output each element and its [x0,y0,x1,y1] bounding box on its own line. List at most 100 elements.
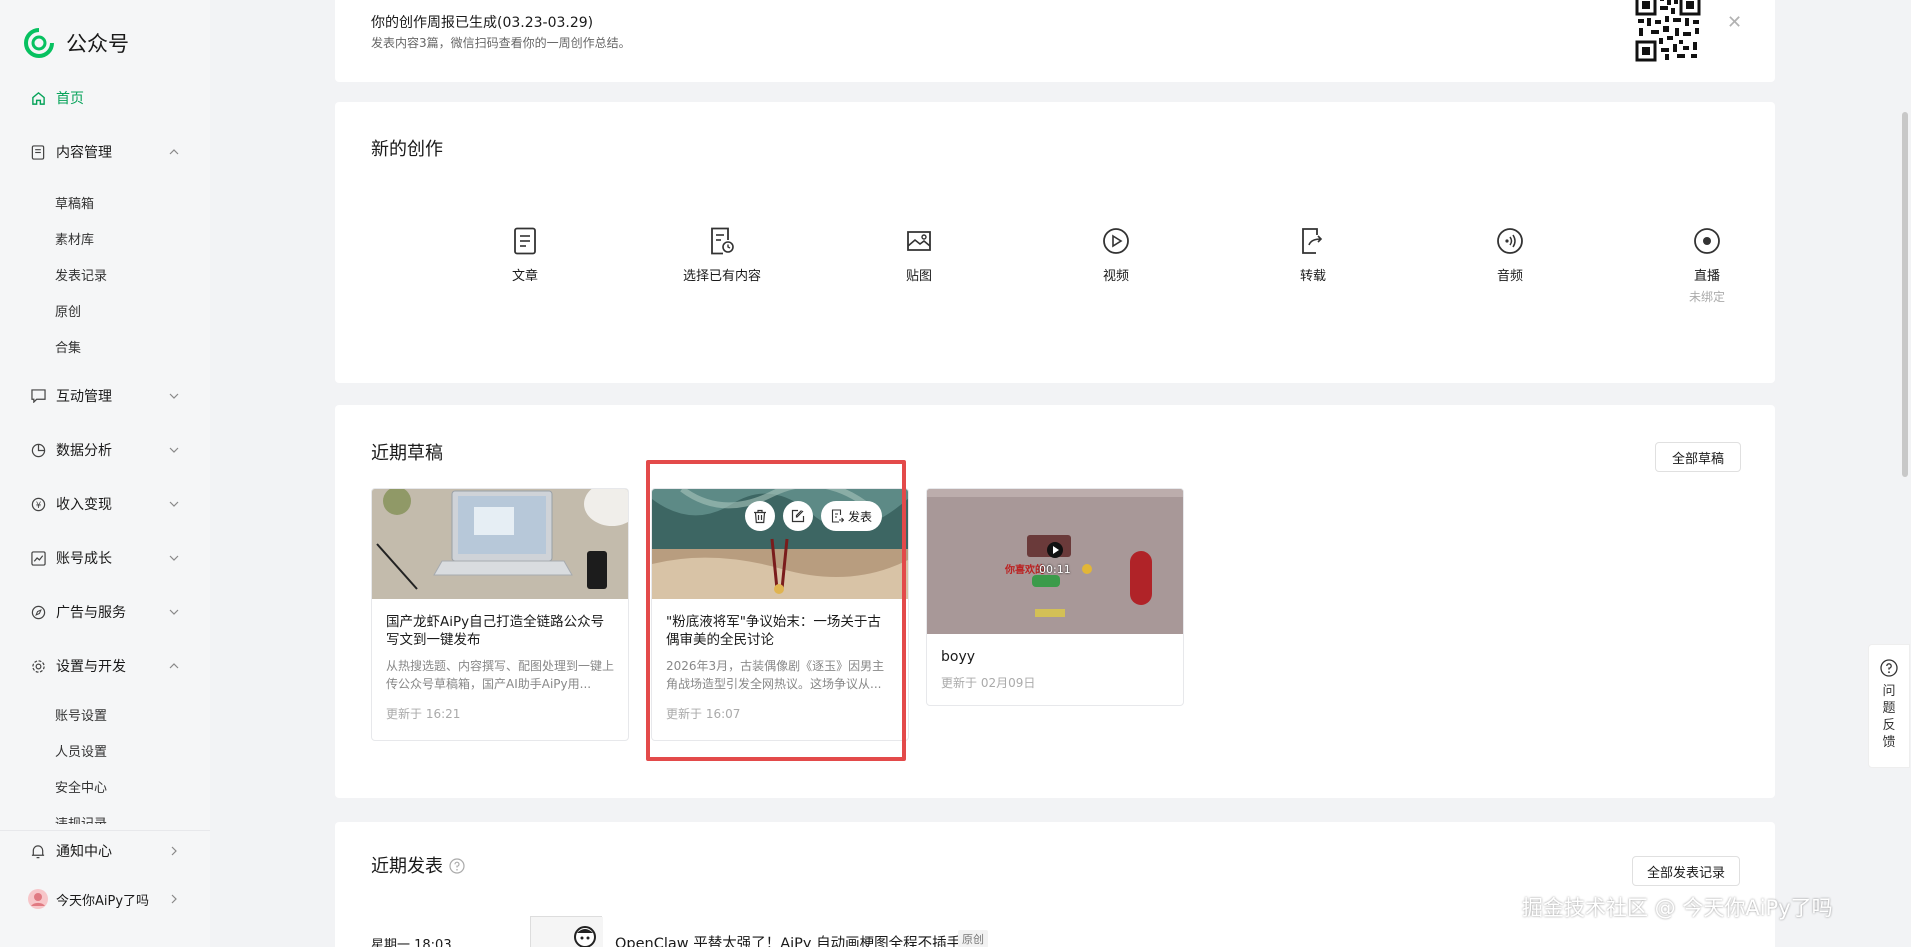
chevron-up-icon [169,663,179,669]
draft-desc: 从热搜选题、内容撰写、配图处理到一键上传公众号草稿箱，国产AI助手AiPy用..… [386,659,614,691]
nav-analytics[interactable]: 数据分析 [0,432,210,468]
gear-icon [30,658,46,674]
chevron-down-icon [169,555,179,561]
nav-sub-publish-records[interactable]: 发表记录 [55,265,107,284]
draft-date: 更新于 02月09日 [941,676,1036,690]
svg-text:¥: ¥ [35,499,41,509]
select-existing-content-button[interactable]: 选择已有内容 [662,227,782,284]
home-icon [30,90,46,106]
nav-growth[interactable]: 账号成长 [0,540,210,576]
weekly-report-card: 你的创作周报已生成(03.23-03.29) 发表内容3篇，微信扫码查看你的一周… [335,0,1775,82]
nav-content-mgmt[interactable]: 内容管理 [0,134,210,170]
draft-date: 更新于 16:21 [386,707,461,721]
video-duration: 00:11 [1039,563,1071,576]
create-live-label: 直播 [1693,269,1720,284]
sidebar-divider [0,830,210,831]
create-audio-label: 音频 [1496,269,1523,284]
feedback-label: 问题反馈 [1882,684,1896,750]
create-repost-label: 转载 [1299,269,1326,284]
edit-draft-button[interactable] [783,501,813,531]
recent-published-title: 近期发表 [371,852,465,878]
create-live-button[interactable]: 直播 未绑定 [1647,227,1767,305]
nav-sub-violation-records[interactable]: 违规记录 [55,813,107,824]
nav-revenue[interactable]: ¥ 收入变现 [0,486,210,522]
qr-code-icon[interactable] [1635,0,1701,62]
chat-bubble-icon [30,388,46,404]
page-scrollbar[interactable] [1902,112,1908,477]
nav-growth-label: 账号成长 [56,551,112,567]
nav-ads-label: 广告与服务 [56,605,126,621]
nav-account-label: 今天你AiPy了吗 [56,893,150,909]
sidebar: 公众号 首页 内容管理 草稿箱 素材库 发表记录 原创 合集 互动管理 数据分析… [0,0,210,947]
published-date: 星期一 18:03 [371,938,452,947]
nav-sub-security-center[interactable]: 安全中心 [55,777,107,796]
nav-account[interactable]: 今天你AiPy了吗 [0,881,210,917]
all-published-button[interactable]: 全部发表记录 [1632,856,1740,886]
nav-analytics-label: 数据分析 [56,443,112,459]
close-icon[interactable]: ✕ [1727,12,1742,33]
nav-interaction[interactable]: 互动管理 [0,378,210,414]
nav-settings-label: 设置与开发 [56,659,126,675]
weekly-report-desc: 发表内容3篇，微信扫码查看你的一周创作总结。 [371,36,631,50]
recent-drafts-card: 近期草稿 全部草稿 国产龙虾AiPy自己打造全链路公众号写文到一键发布 从热搜选… [335,405,1775,798]
draft-card[interactable]: 你喜欢的 00:11 boyy 更新于 02月09日 [926,488,1184,706]
nav-notifications[interactable]: 通知中心 [0,833,210,869]
article-icon [514,227,536,255]
nav-sub-original[interactable]: 原创 [55,301,81,320]
edit-icon [791,509,805,523]
draft-card[interactable]: 发表 "粉底液将军"争议始末：一场关于古偶审美的全民讨论 2026年3月，古装偶… [651,488,909,741]
original-badge: 原创 [958,930,988,947]
document-icon [30,144,46,160]
create-article-label: 文章 [511,269,538,284]
nav-settings[interactable]: 设置与开发 [0,648,210,684]
published-thumbnail[interactable] [530,916,603,947]
all-drafts-button[interactable]: 全部草稿 [1655,442,1741,472]
draft-card[interactable]: 国产龙虾AiPy自己打造全链路公众号写文到一键发布 从热搜选题、内容撰写、配图处… [371,488,629,741]
nav-ads[interactable]: 广告与服务 [0,594,210,630]
create-article-button[interactable]: 文章 [465,227,585,284]
repost-icon [1302,228,1323,254]
draft-thumbnail-laptop [372,489,628,599]
chevron-down-icon [169,447,179,453]
compass-icon [30,604,46,620]
weekly-report-title: 你的创作周报已生成(03.23-03.29) [371,15,594,31]
help-circle-icon[interactable] [449,858,465,874]
new-creation-title: 新的创作 [371,139,443,160]
delete-draft-button[interactable] [745,501,775,531]
feedback-button[interactable]: 问题反馈 [1868,644,1910,768]
image-post-icon [907,231,931,251]
app-title: 公众号 [66,32,129,56]
video-icon [1103,228,1129,254]
draft-title: 国产龙虾AiPy自己打造全链路公众号写文到一键发布 [386,614,605,648]
nav-home[interactable]: 首页 [0,80,210,116]
publish-label: 发表 [848,509,873,524]
published-title[interactable]: OpenClaw 平替太强了！AiPy 自动画梗图全程不插手 [615,932,961,947]
recent-published-card: 近期发表 全部发表记录 星期一 18:03 OpenClaw 平替太强了！AiP… [335,822,1775,947]
draft-desc: 2026年3月，古装偶像剧《逐玉》因男主角战场造型引发全网热议。这场争议从... [666,659,885,691]
avatar [27,888,49,910]
nav-sub-collections[interactable]: 合集 [55,337,81,356]
nav-notifications-label: 通知中心 [56,844,112,860]
nav-sub-staff-settings[interactable]: 人员设置 [55,741,107,760]
publish-icon [831,509,844,523]
create-video-button[interactable]: 视频 [1056,227,1176,284]
create-repost-button[interactable]: 转载 [1253,227,1373,284]
pie-chart-icon [30,442,46,458]
nav-revenue-label: 收入变现 [56,497,112,513]
chevron-down-icon [169,501,179,507]
nav-sub-materials[interactable]: 素材库 [55,229,94,248]
create-audio-button[interactable]: 音频 [1450,227,1570,284]
draft-title: "粉底液将军"争议始末：一场关于古偶审美的全民讨论 [666,614,881,648]
draft-thumbnail-video: 你喜欢的 00:11 [927,489,1183,634]
chevron-up-icon [169,149,179,155]
nav-sub-drafts[interactable]: 草稿箱 [55,193,94,212]
question-circle-icon [1880,659,1898,677]
nav-sub-account-settings[interactable]: 账号设置 [55,705,107,724]
growth-chart-icon [30,550,46,566]
watermark-text: 掘金技术社区 @ 今天你AiPy了吗 [1522,896,1833,920]
create-video-label: 视频 [1102,269,1129,284]
trash-icon [754,509,766,523]
publish-draft-button[interactable]: 发表 [821,501,883,531]
create-image-post-button[interactable]: 贴图 [859,227,979,284]
app-logo[interactable]: 公众号 [24,28,129,58]
